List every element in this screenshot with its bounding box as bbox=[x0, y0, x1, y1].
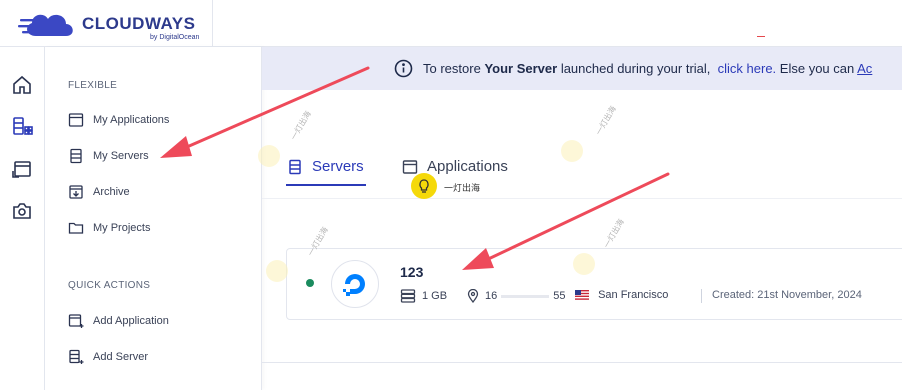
server-size: 1 GB bbox=[400, 289, 447, 303]
add-window-icon bbox=[68, 314, 84, 328]
watermark-label: 一灯出海 bbox=[444, 183, 481, 193]
size-text: 1 GB bbox=[422, 290, 448, 302]
menu-label: Archive bbox=[93, 186, 130, 198]
servers-rail-icon[interactable] bbox=[11, 115, 33, 137]
section-title-flexible: FLEXIBLE bbox=[68, 80, 118, 91]
ip-tail: 55 bbox=[553, 290, 566, 302]
server-icon bbox=[70, 148, 82, 164]
banner-middle: launched during your trial, bbox=[560, 61, 711, 76]
watermark-text: 一灯出海 bbox=[602, 217, 626, 250]
lightbulb-icon bbox=[411, 173, 437, 199]
banner-suffix: Else you can bbox=[779, 61, 855, 76]
menu-label: Add Server bbox=[93, 351, 149, 363]
top-header: CLOUDWAYS by DigitalOcean bbox=[0, 0, 902, 47]
bottom-divider bbox=[262, 362, 902, 363]
server-location: San Francisco bbox=[575, 289, 668, 301]
meta-separator bbox=[701, 289, 702, 303]
header-mark bbox=[757, 36, 765, 37]
watermark-bulb-icon bbox=[573, 253, 595, 275]
location-text: San Francisco bbox=[598, 289, 669, 301]
digitalocean-logo bbox=[331, 260, 379, 308]
watermark-text: 一灯出海 bbox=[289, 109, 313, 142]
cloud-logo-icon bbox=[18, 14, 73, 36]
banner-text: To restore Your Server launched during y… bbox=[423, 61, 872, 76]
tab-applications[interactable]: Applications bbox=[402, 158, 508, 175]
menu-item-my-projects[interactable]: My Projects bbox=[68, 218, 150, 238]
server-stack-icon bbox=[400, 289, 416, 303]
click-here-link[interactable]: click here. bbox=[718, 61, 777, 76]
created-date: Created: 21st November, 2024 bbox=[712, 289, 862, 301]
banner-link-2[interactable]: Ac bbox=[857, 61, 872, 76]
window-icon bbox=[68, 113, 84, 127]
menu-item-my-servers[interactable]: My Servers bbox=[68, 146, 149, 166]
server-name[interactable]: 123 bbox=[400, 264, 423, 280]
menu-label: My Servers bbox=[93, 150, 149, 162]
camera-settings-icon[interactable] bbox=[11, 200, 33, 222]
tab-servers[interactable]: Servers bbox=[287, 158, 364, 175]
ip-text: 16 bbox=[485, 290, 498, 302]
menu-label: My Applications bbox=[93, 114, 170, 126]
digitalocean-icon bbox=[343, 274, 365, 296]
watermark-bulb-icon bbox=[266, 260, 288, 282]
tabs-divider bbox=[262, 198, 902, 199]
archive-icon bbox=[69, 185, 83, 199]
brand-subtitle: by DigitalOcean bbox=[150, 34, 200, 41]
ip-redacted bbox=[501, 294, 550, 298]
server-icon bbox=[289, 159, 301, 174]
section-title-quick-actions: QUICK ACTIONS bbox=[68, 280, 151, 291]
menu-item-add-application[interactable]: Add Application bbox=[68, 311, 169, 331]
menu-label: My Projects bbox=[93, 222, 151, 234]
folder-icon bbox=[68, 222, 84, 234]
status-dot bbox=[306, 279, 314, 287]
tab-label: Servers bbox=[312, 158, 364, 175]
add-server-icon bbox=[69, 349, 84, 364]
menu-item-my-applications[interactable]: My Applications bbox=[68, 110, 169, 130]
menu-item-archive[interactable]: Archive bbox=[68, 182, 130, 202]
cloudways-logo[interactable]: CLOUDWAYS by DigitalOcean bbox=[18, 6, 208, 42]
location-pin-icon bbox=[467, 289, 479, 303]
home-icon[interactable] bbox=[11, 74, 33, 96]
tab-label: Applications bbox=[427, 158, 508, 175]
brand-name: CLOUDWAYS bbox=[82, 14, 196, 33]
menu-label: Add Application bbox=[93, 315, 169, 327]
menu-item-add-server[interactable]: Add Server bbox=[68, 347, 148, 367]
server-ip: 16 55 bbox=[467, 289, 566, 303]
info-icon bbox=[394, 59, 413, 78]
banner-bold: Your Server bbox=[484, 61, 558, 76]
icon-rail bbox=[0, 47, 45, 390]
banner-prefix: To restore bbox=[423, 61, 481, 76]
sidebar-menu: FLEXIBLE My Applications My Servers Arch… bbox=[45, 47, 262, 390]
header-divider bbox=[212, 0, 213, 46]
watermark-text: 一灯出海 bbox=[594, 104, 618, 137]
us-flag-icon bbox=[575, 290, 589, 300]
lightbulb-glyph-icon bbox=[419, 179, 429, 193]
watermark-bulb-icon bbox=[561, 140, 583, 162]
watermark-bulb-icon bbox=[258, 145, 280, 167]
applications-rail-icon[interactable] bbox=[11, 157, 33, 179]
active-tab-indicator bbox=[286, 184, 366, 186]
window-icon bbox=[402, 159, 418, 174]
restore-banner: To restore Your Server launched during y… bbox=[262, 47, 902, 90]
